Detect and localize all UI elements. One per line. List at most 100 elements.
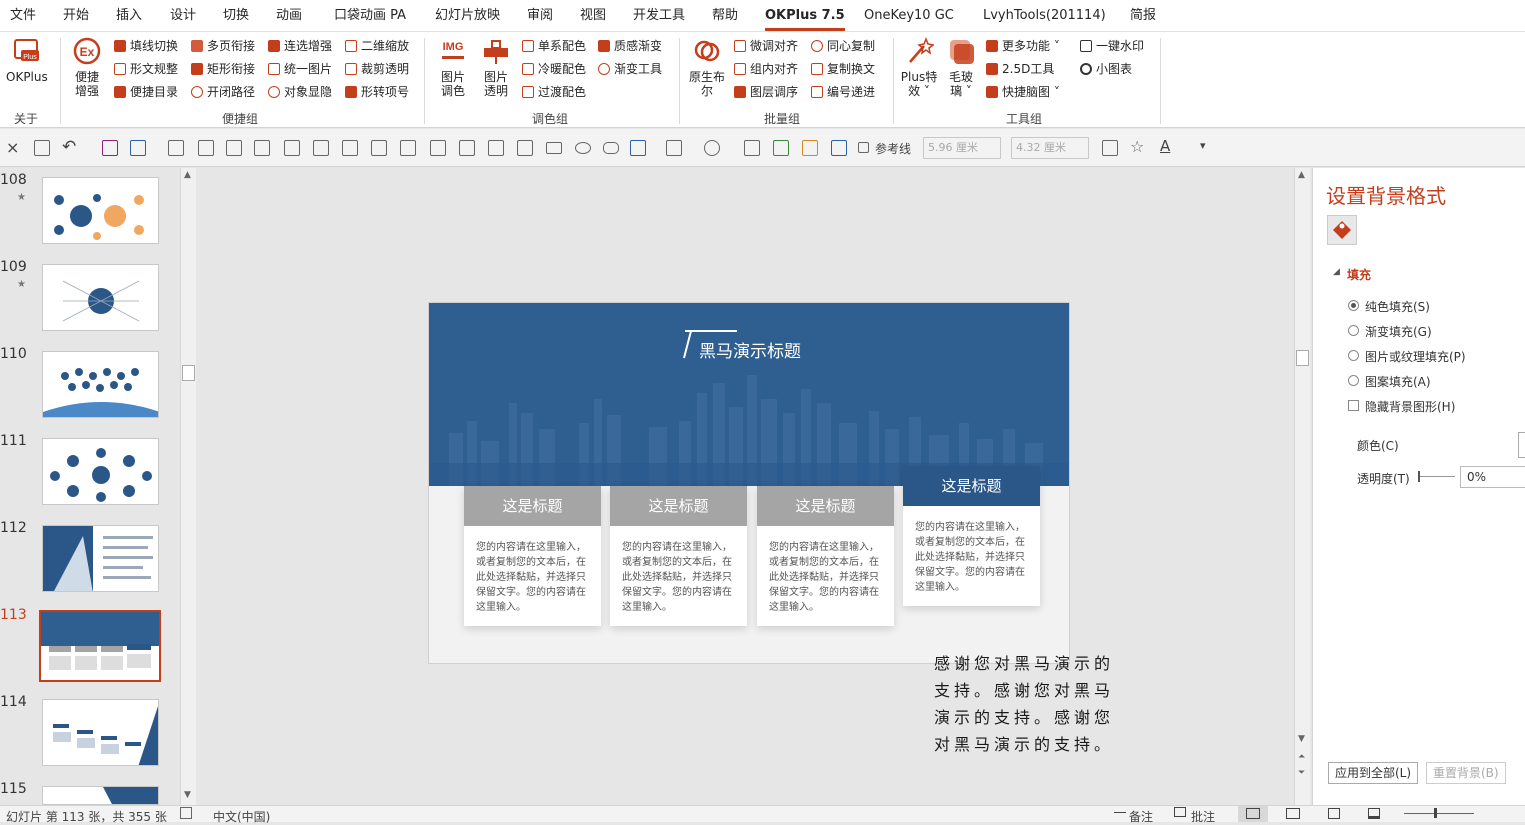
ribbon-item-transition-color[interactable]: 过渡配色: [520, 82, 586, 102]
convenience-enhance-button[interactable]: Ex 便捷 增强: [70, 36, 104, 98]
tab-help[interactable]: 帮助: [712, 0, 738, 32]
frosted-glass-button[interactable]: 毛玻 璃 ˅: [942, 36, 980, 98]
undo-icon[interactable]: ↶: [62, 137, 76, 157]
ribbon-item-fine-align[interactable]: 微调对齐: [732, 36, 798, 56]
tab-review[interactable]: 审阅: [527, 0, 553, 32]
slide-thumbnail[interactable]: [42, 351, 159, 418]
zoom-handle[interactable]: [1434, 808, 1437, 818]
content-card-highlight[interactable]: 这是标题 您的内容请在这里输入，或者复制您的文本后，在此处选择黏贴，并选择只保留…: [903, 466, 1040, 606]
radio-button[interactable]: [1348, 375, 1359, 386]
tab-design[interactable]: 设计: [170, 0, 196, 32]
spellcheck-icon[interactable]: [180, 807, 192, 819]
reading-view-icon[interactable]: [1328, 808, 1340, 819]
tab-okplus[interactable]: OKPlus 7.5: [765, 0, 845, 31]
slide-thumbnail[interactable]: [42, 786, 159, 805]
ribbon-item-rect-join[interactable]: 矩形衔接: [189, 59, 255, 79]
slide-thumbnail[interactable]: [42, 699, 159, 766]
ribbon-item-gradient-tool[interactable]: 渐变工具: [596, 59, 662, 79]
ribbon-item-open-close-path[interactable]: 开闭路径: [189, 82, 255, 102]
tab-briefing[interactable]: 简报: [1130, 0, 1156, 32]
native-boolean-button[interactable]: 原生布 尔: [686, 36, 728, 98]
close-icon[interactable]: ×: [6, 138, 19, 157]
radio-picture-fill[interactable]: 图片或纹理填充(P): [1348, 348, 1466, 365]
ribbon-item-quick-toc[interactable]: 便捷目录: [112, 82, 178, 102]
width-input[interactable]: 5.96 厘米: [923, 137, 1001, 159]
align-middle-icon[interactable]: [313, 140, 329, 156]
ribbon-item-multipage[interactable]: 多页衔接: [189, 36, 255, 56]
height-input[interactable]: 4.32 厘米: [1011, 137, 1089, 159]
tab-lvyhtools[interactable]: LvyhTools(201114): [983, 0, 1106, 32]
content-card[interactable]: 这是标题 您的内容请在这里输入，或者复制您的文本后，在此处选择黏贴，并选择只保留…: [757, 486, 894, 626]
tab-animations[interactable]: 动画: [276, 0, 302, 32]
ribbon-item-unify-image[interactable]: 统一图片: [266, 59, 332, 79]
transparency-slider[interactable]: [1419, 476, 1455, 477]
distribute-horizontal-icon[interactable]: [400, 140, 416, 156]
font-color-icon[interactable]: A: [1160, 137, 1170, 155]
ribbon-item-shape-to-number[interactable]: 形转项号: [343, 82, 409, 102]
radio-pattern-fill[interactable]: 图案填充(A): [1348, 373, 1431, 390]
radio-button[interactable]: [1348, 300, 1359, 311]
ribbon-item-fill-line-switch[interactable]: 填线切换: [112, 36, 178, 56]
tab-pocket-animation[interactable]: 口袋动画 PA: [334, 0, 406, 32]
reset-background-button[interactable]: 重置背景(B): [1426, 762, 1506, 784]
canvas-scrollbar[interactable]: ▲ ▼ ⏶ ⏷: [1294, 168, 1310, 805]
content-card[interactable]: 这是标题 您的内容请在这里输入，或者复制您的文本后，在此处选择黏贴，并选择只保留…: [610, 486, 747, 626]
ribbon-item-toggle-visibility[interactable]: 对象显隐: [266, 82, 332, 102]
slide-thumbnail[interactable]: [42, 177, 159, 244]
scrollbar-thumb[interactable]: [1296, 350, 1309, 366]
ribbon-item-texture-gradient[interactable]: 质感渐变: [596, 36, 662, 56]
ribbon-item-concentric-copy[interactable]: 同心复制: [809, 36, 875, 56]
slide-title[interactable]: 黑马演示标题: [699, 337, 801, 362]
previous-slide-icon[interactable]: ⏶: [1298, 752, 1305, 762]
tab-home[interactable]: 开始: [63, 0, 89, 32]
ribbon-item-number-increment[interactable]: 编号递进: [809, 82, 875, 102]
shape-icon[interactable]: [168, 140, 184, 156]
ribbon-item-mind-map[interactable]: 快捷脑图 ˅: [984, 82, 1060, 102]
radio-solid-fill[interactable]: 纯色填充(S): [1348, 298, 1430, 315]
slide-thumbnail[interactable]: [42, 525, 159, 592]
align-left-icon[interactable]: [198, 140, 214, 156]
tab-onekey[interactable]: OneKey10 GC: [864, 0, 954, 32]
align-bottom-icon[interactable]: [254, 140, 270, 156]
slideshow-icon[interactable]: [1368, 808, 1380, 819]
slide-layout-icon[interactable]: [831, 140, 847, 156]
tab-slideshow[interactable]: 幻灯片放映: [435, 0, 500, 32]
next-slide-icon[interactable]: ⏷: [1298, 768, 1305, 778]
notes-button[interactable]: 备注: [1129, 808, 1153, 825]
plus-effects-button[interactable]: Plus特 效 ˅: [898, 36, 940, 98]
radio-gradient-fill[interactable]: 渐变填充(G): [1348, 323, 1432, 340]
scroll-down-icon[interactable]: ▼: [184, 790, 191, 800]
ribbon-item-warm-cool[interactable]: 冷暖配色: [520, 59, 586, 79]
ribbon-item-watermark[interactable]: 一键水印: [1078, 36, 1144, 56]
ribbon-item-copy-replace-text[interactable]: 复制换文: [809, 59, 875, 79]
shape-effects-icon[interactable]: [704, 140, 720, 156]
scroll-up-icon[interactable]: ▲: [184, 170, 191, 180]
fill-bucket-icon[interactable]: [1327, 215, 1357, 245]
radio-button[interactable]: [1348, 350, 1359, 361]
scroll-down-icon[interactable]: ▼: [1298, 734, 1305, 744]
content-card[interactable]: 这是标题 您的内容请在这里输入，或者复制您的文本后，在此处选择黏贴，并选择只保留…: [464, 486, 601, 626]
brush-icon[interactable]: [1102, 140, 1118, 156]
slide-thumbnail[interactable]: [42, 264, 159, 331]
language[interactable]: 中文(中国): [213, 808, 270, 825]
pointer-icon[interactable]: [802, 140, 818, 156]
text-box-icon[interactable]: [130, 140, 146, 156]
send-backward-icon[interactable]: [459, 140, 475, 156]
bring-forward-icon[interactable]: [430, 140, 446, 156]
align-center-icon[interactable]: [342, 140, 358, 156]
ribbon-item-multi-select[interactable]: 连选增强: [266, 36, 332, 56]
rectangle-icon[interactable]: [546, 142, 562, 154]
scrollbar-thumb[interactable]: [182, 365, 195, 381]
guide-checkbox[interactable]: [858, 142, 869, 153]
overflow-text-box[interactable]: 感谢您对黑马演示的支持。感谢您对黑马演示的支持。感谢您对黑马演示的支持。: [934, 650, 1116, 758]
image-transparent-button[interactable]: 图片 透明: [476, 36, 516, 98]
collapse-triangle-icon[interactable]: ◢: [1333, 267, 1340, 277]
ribbon-item-layer-order[interactable]: 图层调序: [732, 82, 798, 102]
selection-pane-icon[interactable]: [773, 140, 789, 156]
ribbon-item-more-functions[interactable]: 更多功能 ˅: [984, 36, 1060, 56]
hide-background-checkbox[interactable]: 隐藏背景图形(H): [1348, 398, 1455, 415]
ribbon-item-crop-transparent[interactable]: 裁剪透明: [343, 59, 409, 79]
crop-icon[interactable]: [34, 140, 50, 156]
slide-thumbnail-active[interactable]: [39, 610, 161, 682]
tab-view[interactable]: 视图: [580, 0, 606, 32]
